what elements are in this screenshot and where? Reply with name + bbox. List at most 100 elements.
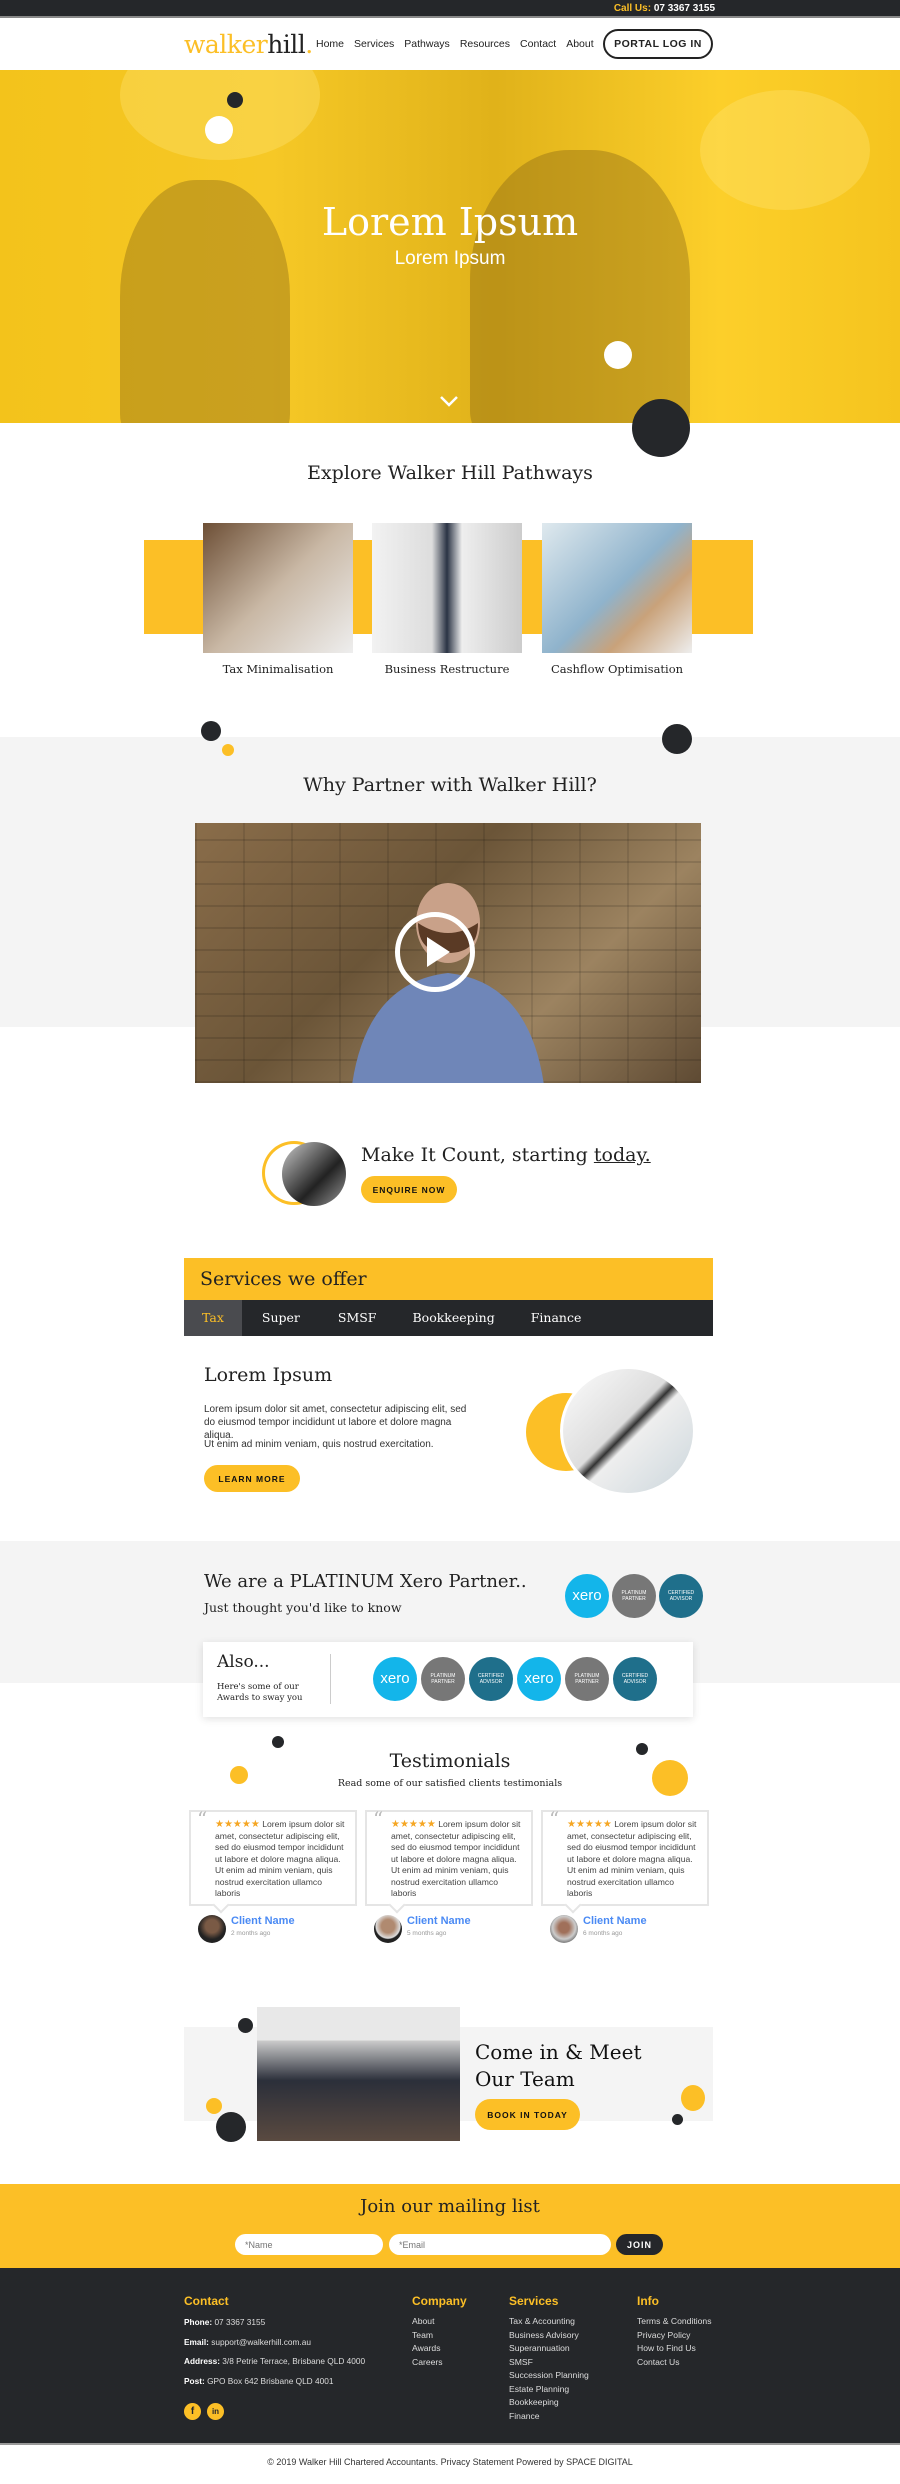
services-title: Services we offer	[184, 1258, 713, 1300]
xero-badge: xero	[373, 1657, 417, 1701]
certified-advisor-badge: CERTIFIED ADVISOR	[469, 1657, 513, 1701]
footer-link[interactable]: SMSF	[509, 2356, 589, 2370]
pathway-image-business[interactable]	[372, 523, 522, 653]
call-us[interactable]: Call Us: 07 3367 3155	[614, 3, 715, 14]
pathway-label[interactable]: Business Restructure	[372, 662, 522, 676]
value: GPO Box 642 Brisbane QLD 4001	[207, 2376, 334, 2386]
footer-link[interactable]: Team	[412, 2329, 443, 2343]
hero-banner: Lorem Ipsum Lorem Ipsum	[0, 70, 900, 423]
footer-link[interactable]: Contact Us	[637, 2356, 712, 2370]
pathway-label[interactable]: Tax Minimalisation	[203, 662, 353, 676]
name-input[interactable]	[235, 2234, 383, 2255]
service-content-title: Lorem Ipsum	[204, 1364, 333, 1386]
nav-about[interactable]: About	[566, 38, 593, 50]
footer-address: Address: 3/8 Petrie Terrace, Brisbane QL…	[184, 2356, 365, 2366]
certified-advisor-badge: CERTIFIED ADVISOR	[613, 1657, 657, 1701]
awards-card: Also... Here's some of our Awards to swa…	[203, 1642, 693, 1717]
footer-heading-services: Services	[509, 2294, 559, 2308]
tab-tax[interactable]: Tax	[184, 1300, 242, 1336]
tab-super[interactable]: Super	[242, 1300, 320, 1336]
linkedin-icon[interactable]: in	[207, 2403, 224, 2420]
join-button[interactable]: JOIN	[616, 2234, 663, 2255]
footer-link[interactable]: Bookkeeping	[509, 2396, 589, 2410]
platinum-partner-badge: PLATINUM PARTNER	[612, 1574, 656, 1618]
hero-person-right	[470, 150, 690, 423]
cta-photo	[282, 1142, 346, 1206]
nav-home[interactable]: Home	[316, 38, 344, 50]
email-input[interactable]	[389, 2234, 611, 2255]
testimonial-text: Lorem ipsum dolor sit amet, consectetur …	[215, 1819, 345, 1898]
star-rating: ★★★★★	[391, 1819, 436, 1830]
footer-info-links: Terms & Conditions Privacy Policy How to…	[637, 2315, 712, 2369]
certified-advisor-badge: CERTIFIED ADVISOR	[659, 1574, 703, 1618]
service-image	[560, 1366, 696, 1496]
copyright: © 2019 Walker Hill Chartered Accountants…	[267, 2457, 633, 2467]
why-title: Why Partner with Walker Hill?	[303, 774, 597, 796]
testimonial-time: 6 months ago	[583, 1930, 623, 1937]
label: Email:	[184, 2337, 209, 2347]
hero-title: Lorem Ipsum	[321, 200, 579, 244]
footer-link[interactable]: Careers	[412, 2356, 443, 2370]
chevron-down-icon[interactable]	[438, 390, 460, 412]
decor-dot	[681, 2085, 705, 2111]
footer-link[interactable]: Privacy Policy	[637, 2329, 712, 2343]
tab-finance[interactable]: Finance	[513, 1300, 600, 1336]
footer-link[interactable]: Tax & Accounting	[509, 2315, 589, 2329]
decor-dot	[222, 744, 234, 756]
quote-icon: “	[197, 1807, 208, 1831]
portal-login-button[interactable]: PORTAL LOG IN	[603, 29, 713, 59]
footer-link[interactable]: Awards	[412, 2342, 443, 2356]
footer-link[interactable]: How to Find Us	[637, 2342, 712, 2356]
divider	[330, 1654, 331, 1704]
footer-services-links: Tax & Accounting Business Advisory Super…	[509, 2315, 589, 2423]
avatar	[374, 1915, 402, 1943]
footer-company-links: About Team Awards Careers	[412, 2315, 443, 2369]
cta-title-text: Make It Count, starting	[361, 1144, 594, 1166]
quote-icon: “	[549, 1807, 560, 1831]
pathway-label[interactable]: Cashflow Optimisation	[542, 662, 692, 676]
pathway-image-cashflow[interactable]	[542, 523, 692, 653]
main-nav: Home Services Pathways Resources Contact…	[316, 38, 594, 50]
services-tabs: Tax Super SMSF Bookkeeping Finance	[184, 1300, 713, 1336]
logo-hill: hill	[267, 30, 306, 59]
mailing-title: Join our mailing list	[360, 2196, 540, 2217]
footer-link[interactable]: About	[412, 2315, 443, 2329]
nav-resources[interactable]: Resources	[460, 38, 510, 50]
footer-link[interactable]: Superannuation	[509, 2342, 589, 2356]
star-rating: ★★★★★	[215, 1819, 260, 1830]
learn-more-button[interactable]: LEARN MORE	[204, 1465, 300, 1492]
logo[interactable]: walkerhill.	[184, 30, 313, 59]
facebook-icon[interactable]: f	[184, 2403, 201, 2420]
nav-contact[interactable]: Contact	[520, 38, 556, 50]
footer-heading-info: Info	[637, 2294, 659, 2308]
footer-link[interactable]: Succession Planning	[509, 2369, 589, 2383]
nav-pathways[interactable]: Pathways	[404, 38, 450, 50]
avatar	[550, 1915, 578, 1943]
call-label: Call Us:	[613, 3, 652, 14]
footer-link[interactable]: Terms & Conditions	[637, 2315, 712, 2329]
tab-smsf[interactable]: SMSF	[320, 1300, 395, 1336]
play-icon[interactable]	[395, 912, 475, 992]
xero-badge: xero	[517, 1657, 561, 1701]
tab-bookkeeping[interactable]: Bookkeeping	[394, 1300, 512, 1336]
logo-walker: walker	[184, 30, 268, 59]
decor-dot	[238, 2018, 253, 2033]
decor-dot	[662, 724, 692, 754]
top-bar: Call Us: 07 3367 3155	[0, 0, 900, 18]
star-rating: ★★★★★	[567, 1819, 612, 1830]
footer-link[interactable]: Estate Planning	[509, 2383, 589, 2397]
footer-link[interactable]: Finance	[509, 2410, 589, 2424]
footer-link[interactable]: Business Advisory	[509, 2329, 589, 2343]
value[interactable]: 07 3367 3155	[214, 2317, 265, 2327]
testimonials-title: Testimonials	[389, 1750, 511, 1772]
pathway-image-tax[interactable]	[203, 523, 353, 653]
value[interactable]: support@walkerhill.com.au	[211, 2337, 311, 2347]
phone-number: 07 3367 3155	[653, 3, 715, 14]
quote-icon: “	[373, 1807, 384, 1831]
testimonial-card: “ ★★★★★ Lorem ipsum dolor sit amet, conse…	[541, 1807, 709, 1906]
book-in-today-button[interactable]: BOOK IN TODAY	[475, 2099, 580, 2130]
enquire-now-button[interactable]: ENQUIRE NOW	[361, 1176, 457, 1203]
nav-services[interactable]: Services	[354, 38, 394, 50]
label: Post:	[184, 2376, 205, 2386]
decor-dot	[227, 92, 243, 108]
